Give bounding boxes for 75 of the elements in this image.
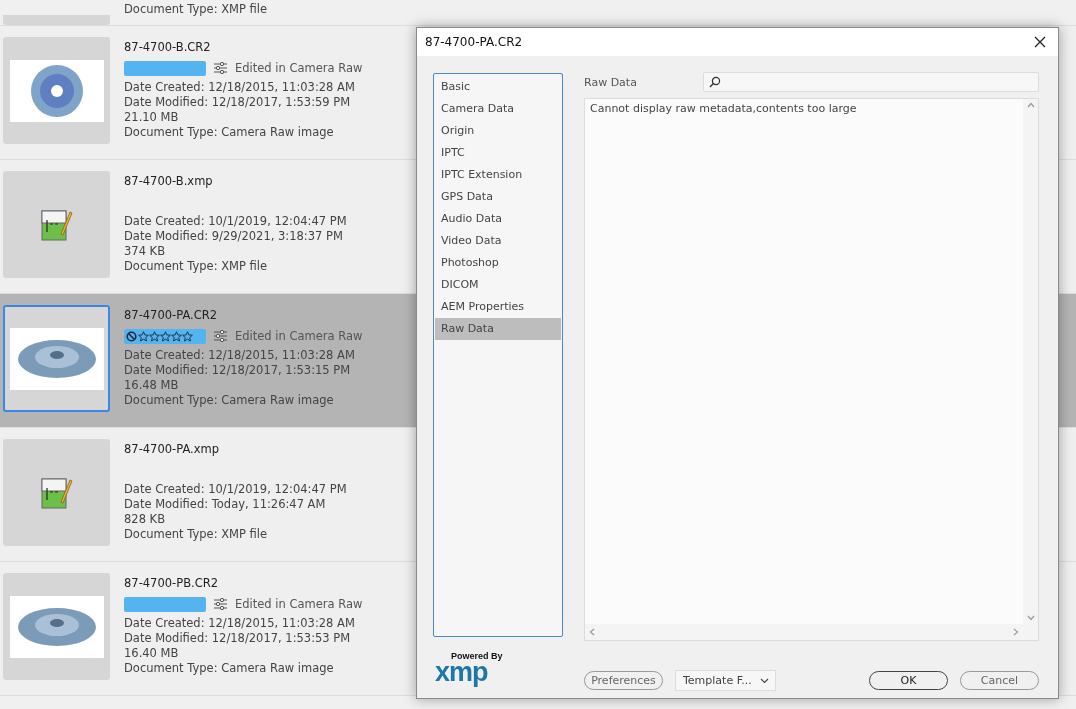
file-detail: Date Created: 12/18/2015, 11:03:28 AM xyxy=(124,616,356,631)
search-icon xyxy=(709,76,721,88)
file-detail: Document Type: XMP file xyxy=(124,259,269,274)
file-detail: Date Created: 10/1/2019, 12:04:47 PM xyxy=(124,214,347,229)
thumbnail-frame[interactable] xyxy=(3,439,110,546)
file-detail: 16.40 MB xyxy=(124,646,180,661)
category-item[interactable]: Video Data xyxy=(435,230,561,252)
category-item[interactable]: Photoshop xyxy=(435,252,561,274)
file-detail: Date Modified: 12/18/2017, 1:53:53 PM xyxy=(124,631,352,646)
reject-icon[interactable] xyxy=(126,330,137,342)
category-item[interactable]: IPTC Extension xyxy=(435,164,561,186)
sliders-icon xyxy=(214,62,227,74)
thumbnail-frame[interactable] xyxy=(3,305,110,412)
category-item[interactable]: DICOM xyxy=(435,274,561,296)
category-item[interactable]: AEM Properties xyxy=(435,296,561,318)
close-button[interactable] xyxy=(1032,34,1048,50)
file-detail: Document Type: Camera Raw image xyxy=(124,393,335,408)
clutch-disc-drawing xyxy=(29,63,84,118)
file-detail: 21.10 MB xyxy=(124,110,180,125)
star-icon[interactable] xyxy=(160,330,171,342)
file-detail: Date Modified: Today, 11:26:47 AM xyxy=(124,497,327,512)
category-item[interactable]: Origin xyxy=(435,120,561,142)
chevron-down-icon xyxy=(759,677,769,684)
raw-data-message: Cannot display raw metadata,contents too large xyxy=(590,102,857,115)
preferences-button[interactable]: Preferences xyxy=(584,671,663,690)
ok-button[interactable]: OK xyxy=(869,671,948,690)
file-detail: Date Created: 10/1/2019, 12:04:47 PM xyxy=(124,482,347,497)
logo-tagline: Powered By xyxy=(451,651,503,661)
category-item[interactable]: Camera Data xyxy=(435,98,561,120)
document-pencil-icon xyxy=(40,207,73,242)
sliders-icon xyxy=(214,330,227,342)
thumbnail-frame[interactable] xyxy=(3,37,110,144)
color-label[interactable] xyxy=(124,328,206,344)
file-detail: Date Modified: 12/18/2017, 1:53:59 PM xyxy=(124,95,352,110)
file-detail: Document Type: Camera Raw image xyxy=(124,125,335,140)
file-name: 87-4700-PB.CR2 xyxy=(124,576,220,591)
edited-status: Edited in Camera Raw xyxy=(235,328,363,344)
sliders-icon xyxy=(214,598,227,610)
color-label[interactable] xyxy=(124,60,206,76)
file-detail: 828 KB xyxy=(124,512,167,527)
star-icon[interactable] xyxy=(138,330,149,342)
category-item[interactable]: GPS Data xyxy=(435,186,561,208)
dialog-title: 87-4700-PA.CR2 xyxy=(425,35,523,49)
file-detail: Date Created: 12/18/2015, 11:03:28 AM xyxy=(124,80,356,95)
file-detail: Date Modified: 12/18/2017, 1:53:15 PM xyxy=(124,363,352,378)
category-item[interactable]: Raw Data xyxy=(435,318,561,340)
category-item[interactable]: IPTC xyxy=(435,142,561,164)
file-name: 87-4700-B.CR2 xyxy=(124,40,212,55)
document-pencil-icon xyxy=(40,475,73,510)
file-detail: Document Type: Camera Raw image xyxy=(124,661,335,676)
raw-data-area[interactable]: Cannot display raw metadata,contents too large xyxy=(584,98,1039,641)
star-icon[interactable] xyxy=(171,330,182,342)
file-detail: Date Created: 12/18/2015, 11:03:28 AM xyxy=(124,348,356,363)
thumbnail-frame[interactable] xyxy=(3,171,110,278)
star-icon[interactable] xyxy=(182,330,193,342)
thumbnail-frame[interactable] xyxy=(3,573,110,680)
file-name: 87-4700-B.xmp xyxy=(124,174,214,189)
file-detail: Document Type: XMP file xyxy=(124,527,269,542)
file-detail: 374 KB xyxy=(124,244,167,259)
thumbnail-frame[interactable] xyxy=(3,15,110,25)
color-label[interactable] xyxy=(124,596,206,612)
star-icon[interactable] xyxy=(149,330,160,342)
panel-label: Raw Data xyxy=(584,75,638,89)
cancel-button[interactable]: Cancel xyxy=(960,671,1039,690)
category-item[interactable]: Basic xyxy=(435,76,561,98)
template-dropdown[interactable]: Template F... xyxy=(675,670,776,691)
category-item[interactable]: Audio Data xyxy=(435,208,561,230)
search-field[interactable] xyxy=(703,72,1039,92)
file-name: 87-4700-PA.xmp xyxy=(124,442,221,457)
file-name: 87-4700-PA.CR2 xyxy=(124,308,219,323)
file-detail: 16.48 MB xyxy=(124,378,180,393)
file-detail: Document Type: XMP file xyxy=(124,2,268,17)
edited-status: Edited in Camera Raw xyxy=(235,60,363,76)
edited-status: Edited in Camera Raw xyxy=(235,596,363,612)
file-detail: Date Modified: 9/29/2021, 3:18:37 PM xyxy=(124,229,344,244)
